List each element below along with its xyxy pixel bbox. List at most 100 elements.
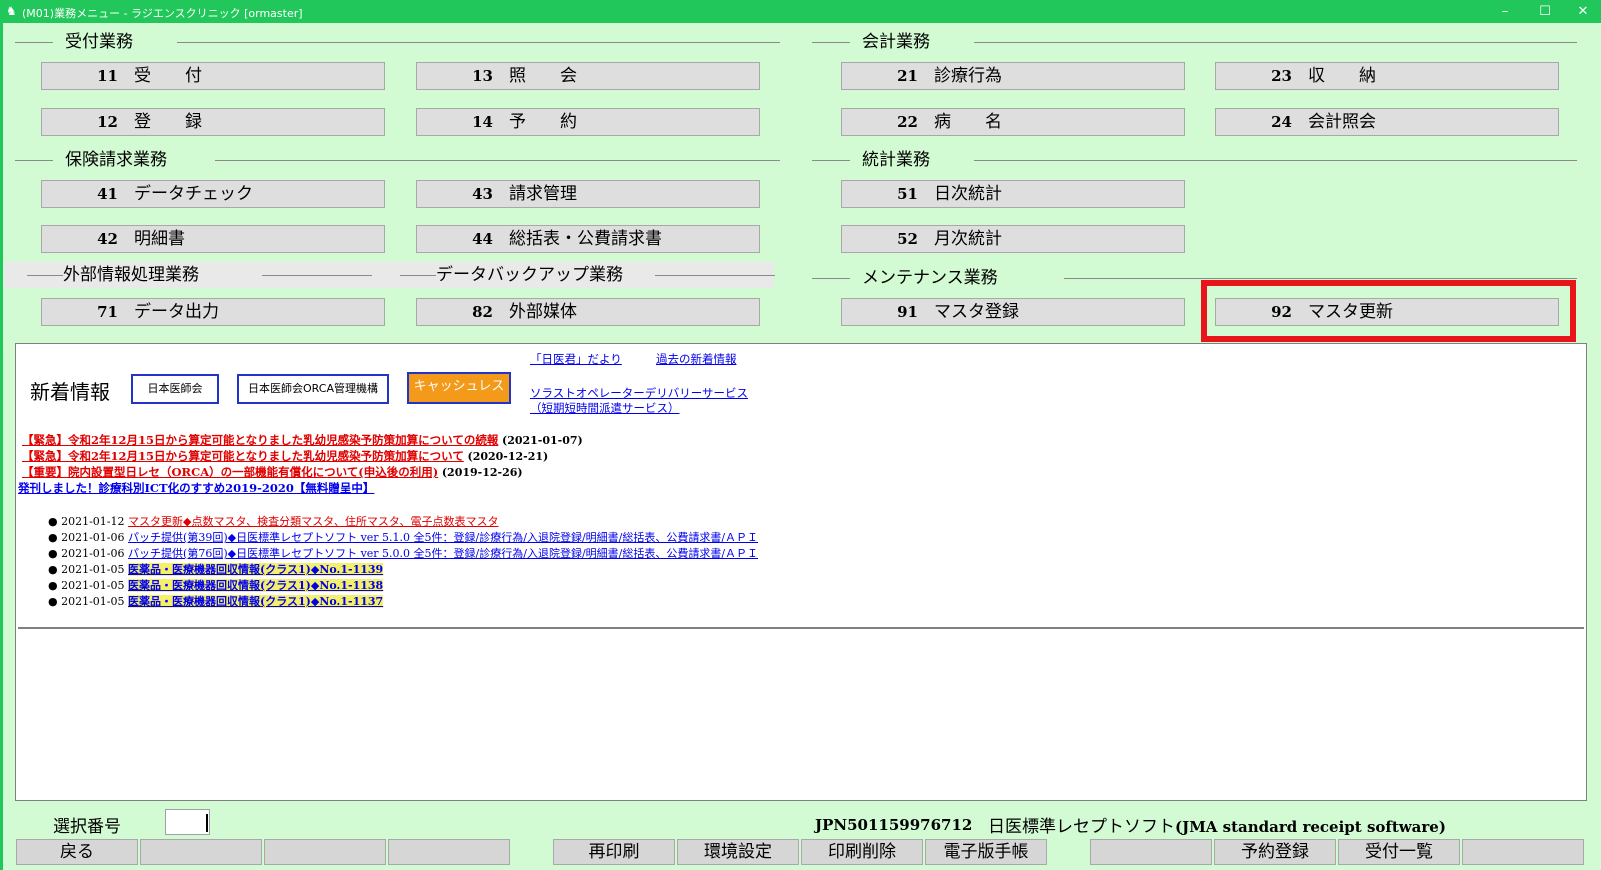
f4-button[interactable] [388, 839, 510, 865]
news-link[interactable]: パッチ提供(第76回)◆日医標準レセプトソフト ver 5.0.0 全5件：登録… [128, 547, 758, 560]
menu-number: 43 [472, 185, 493, 203]
news-link[interactable]: 医薬品・医療機器回収情報(クラス1)◆No.1-1139 [128, 563, 384, 576]
text-caret [206, 814, 208, 832]
menu-label: 収 納 [1308, 66, 1376, 86]
menu-label: 総括表・公費請求書 [509, 229, 662, 249]
menu-number: 42 [97, 230, 118, 248]
news-link[interactable]: 医薬品・医療機器回収情報(クラス1)◆No.1-1138 [128, 579, 384, 592]
menu-number: 23 [1271, 67, 1292, 85]
menu-button-23[interactable]: 23 収 納 [1215, 62, 1559, 90]
menu-number: 24 [1271, 113, 1292, 131]
section-label: データバックアップ業務 [436, 265, 623, 285]
f5-reprint-button[interactable]: 再印刷 [553, 839, 675, 865]
menu-number: 14 [472, 113, 493, 131]
menu-label: 会計照会 [1308, 112, 1376, 132]
menu-button-11[interactable]: 11 受 付 [41, 62, 385, 90]
section-rule [974, 42, 1577, 43]
f7-print-delete-button[interactable]: 印刷削除 [801, 839, 923, 865]
news-item: ● 2021-01-06 パッチ提供(第39回)◆日医標準レセプトソフト ver… [48, 529, 758, 545]
f8-e-notebook-button[interactable]: 電子版手帳 [925, 839, 1047, 865]
f3-button[interactable] [264, 839, 386, 865]
menu-label: 受 付 [134, 66, 202, 86]
menu-label: 明細書 [134, 229, 185, 249]
f2-button[interactable] [140, 839, 262, 865]
news-divider [18, 627, 1584, 629]
menu-number: 11 [97, 67, 118, 85]
select-number-input[interactable] [165, 809, 210, 835]
menu-number: 44 [472, 230, 493, 248]
solasto-link[interactable]: ソラストオペレーターデリバリーサービス [530, 385, 748, 401]
section-label: 外部情報処理業務 [63, 265, 199, 285]
solasto-sub-link[interactable]: （短期短時間派遣サービス） [530, 400, 680, 416]
section-label: 会計業務 [862, 32, 930, 52]
nichii-dayori-link[interactable]: 「日医君」だより [530, 351, 622, 367]
menu-button-44[interactable]: 44 総括表・公費請求書 [416, 225, 760, 253]
menu-button-51[interactable]: 51 日次統計 [841, 180, 1185, 208]
section-label: 保険請求業務 [65, 150, 167, 170]
headline-link[interactable]: 【重要】院内設置型日レセ（ORCA）の一部機能有償化について(申込後の利用) [22, 465, 438, 479]
past-news-link[interactable]: 過去の新着情報 [656, 351, 737, 367]
section-rule [215, 160, 780, 161]
headline-date: (2021-01-07) [501, 434, 583, 447]
f1-back-button[interactable]: 戻る [16, 839, 138, 865]
maximize-button[interactable]: ☐ [1530, 2, 1560, 21]
section-rule [812, 160, 850, 161]
menu-number: 13 [472, 67, 493, 85]
f11-reception-list-button[interactable]: 受付一覧 [1338, 839, 1460, 865]
f12-button[interactable] [1462, 839, 1584, 865]
headline-link[interactable]: 発刊しました！診療科別ICT化のすすめ2019-2020【無料贈呈中】 [18, 481, 374, 495]
menu-button-24[interactable]: 24 会計照会 [1215, 108, 1559, 136]
news-date: ● 2021-01-06 [48, 547, 125, 560]
orca-logo-button[interactable]: 日本医師会ORCA管理機構 [237, 374, 389, 404]
minimize-button[interactable]: – [1490, 2, 1520, 21]
section-toukei: 統計業務 [812, 148, 1577, 172]
menu-button-12[interactable]: 12 登 録 [41, 108, 385, 136]
software-name-jp: 日医標準レセプトソフト [988, 817, 1175, 837]
menu-button-52[interactable]: 52 月次統計 [841, 225, 1185, 253]
f9-button[interactable] [1090, 839, 1212, 865]
jma-logo-button[interactable]: 日本医師会 [131, 374, 219, 404]
news-link[interactable]: マスタ更新◆点数マスタ、検査分類マスタ、住所マスタ、電子点数表マスタ [128, 515, 498, 528]
menu-number: 22 [897, 113, 918, 131]
title-bar: ♞ (M01)業務メニュー - ラジエンスクリニック [ormaster] – … [0, 0, 1601, 23]
menu-number: 41 [97, 185, 118, 203]
menu-label: 月次統計 [934, 229, 1002, 249]
news-heading: 新着情報 [30, 380, 110, 404]
app-icon: ♞ [6, 4, 17, 18]
close-button[interactable]: ✕ [1568, 2, 1598, 21]
menu-button-22[interactable]: 22 病 名 [841, 108, 1185, 136]
menu-button-71[interactable]: 71 データ出力 [41, 298, 385, 326]
menu-button-91[interactable]: 91 マスタ登録 [841, 298, 1185, 326]
section-rule [1064, 278, 1577, 279]
cashless-button[interactable]: キャッシュレス [407, 372, 511, 404]
menu-button-13[interactable]: 13 照 会 [416, 62, 760, 90]
section-rule [262, 275, 372, 276]
menu-button-43[interactable]: 43 請求管理 [416, 180, 760, 208]
menu-number: 71 [97, 303, 118, 321]
news-date: ● 2021-01-06 [48, 531, 125, 544]
news-date: ● 2021-01-12 [48, 515, 125, 528]
section-hoken: 保険請求業務 [15, 148, 780, 172]
menu-label: 請求管理 [509, 184, 577, 204]
menu-label: 登 録 [134, 112, 202, 132]
news-panel: 新着情報 日本医師会 日本医師会ORCA管理機構 キャッシュレス 「日医君」だよ… [15, 343, 1587, 801]
news-link[interactable]: パッチ提供(第39回)◆日医標準レセプトソフト ver 5.1.0 全5件：登録… [128, 531, 758, 544]
f10-reservation-button[interactable]: 予約登録 [1214, 839, 1336, 865]
section-rule [655, 275, 775, 276]
headline-link[interactable]: 【緊急】令和2年12月15日から算定可能となりました乳幼児感染予防策加算について… [22, 433, 498, 447]
news-link[interactable]: 医薬品・医療機器回収情報(クラス1)◆No.1-1137 [128, 595, 384, 608]
menu-button-21[interactable]: 21 診療行為 [841, 62, 1185, 90]
menu-button-82[interactable]: 82 外部媒体 [416, 298, 760, 326]
section-rule [400, 275, 436, 276]
news-item: ● 2021-01-05 医薬品・医療機器回収情報(クラス1)◆No.1-113… [48, 577, 384, 593]
headline-link[interactable]: 【緊急】令和2年12月15日から算定可能となりました乳幼児感染予防策加算について [22, 449, 464, 463]
menu-label: 外部媒体 [509, 302, 577, 322]
menu-button-14[interactable]: 14 予 約 [416, 108, 760, 136]
select-number-label: 選択番号 [53, 817, 121, 837]
menu-button-41[interactable]: 41 データチェック [41, 180, 385, 208]
f6-settings-button[interactable]: 環境設定 [677, 839, 799, 865]
menu-button-42[interactable]: 42 明細書 [41, 225, 385, 253]
menu-label: 診療行為 [934, 66, 1002, 86]
section-rule [974, 160, 1577, 161]
headline-date: (2019-12-26) [441, 466, 523, 479]
